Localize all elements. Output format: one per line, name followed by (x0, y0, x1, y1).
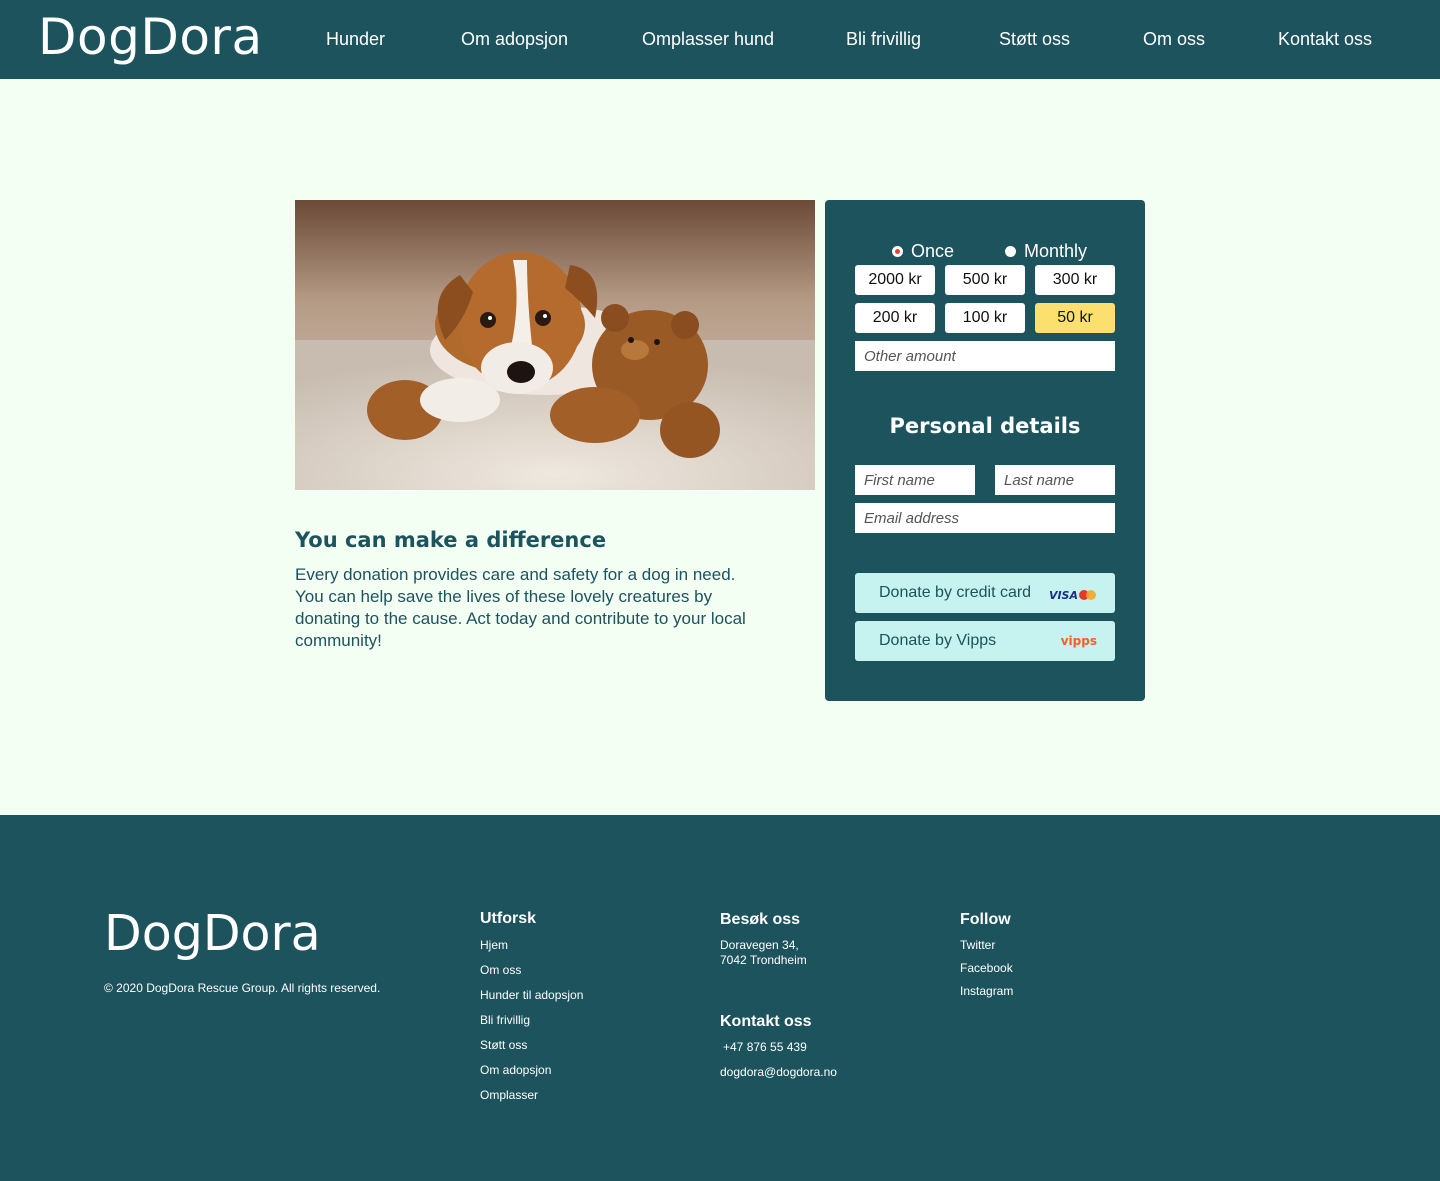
donate-credit-card-button[interactable]: Donate by credit card VISA (855, 573, 1115, 613)
nav-item-kontakt-oss[interactable]: Kontakt oss (1278, 29, 1372, 50)
amount-option-200[interactable]: 200 kr (855, 303, 935, 333)
amount-option-2000[interactable]: 2000 kr (855, 265, 935, 295)
nav-item-om-oss[interactable]: Om oss (1143, 29, 1205, 50)
nav-item-omplasser-hund[interactable]: Omplasser hund (642, 29, 774, 50)
footer-phone[interactable]: +47 876 55 439 (723, 1040, 807, 1054)
frequency-monthly-label: Monthly (1024, 241, 1088, 261)
footer-logo[interactable]: DogDora (104, 905, 321, 962)
footer-address-line1: Doravegen 34, (720, 938, 799, 952)
footer-link-om-adopsjon[interactable]: Om adopsjon (480, 1063, 551, 1077)
footer-link-bli-frivillig[interactable]: Bli frivillig (480, 1013, 530, 1027)
nav-item-bli-frivillig[interactable]: Bli frivillig (846, 29, 921, 50)
visa-mastercard-icon: VISA (1049, 586, 1097, 604)
amount-option-500[interactable]: 500 kr (945, 265, 1025, 295)
last-name-input[interactable] (995, 465, 1115, 495)
nav-item-hunder[interactable]: Hunder (326, 29, 385, 50)
footer-visit-title: Besøk oss (720, 911, 801, 928)
personal-details-title: Personal details (889, 414, 1081, 438)
site-logo[interactable]: DogDora (38, 8, 263, 66)
amount-option-100[interactable]: 100 kr (945, 303, 1025, 333)
radio-selected-icon (892, 246, 903, 257)
footer-link-instagram[interactable]: Instagram (960, 984, 1013, 998)
donate-vipps-label: Donate by Vipps (879, 632, 997, 649)
footer-link-omplasser[interactable]: Omplasser (480, 1088, 538, 1102)
site-header: DogDora Hunder Om adopsjon Omplasser hun… (0, 0, 1440, 79)
radio-unselected-icon (1005, 246, 1016, 257)
hero-title: You can make a difference (295, 528, 607, 552)
email-input[interactable] (855, 503, 1115, 533)
footer-explore-title: Utforsk (480, 910, 537, 927)
nav-item-stott-oss[interactable]: Støtt oss (999, 29, 1070, 50)
footer-link-stott-oss[interactable]: Støtt oss (480, 1038, 527, 1052)
site-footer: DogDora © 2020 DogDora Rescue Group. All… (0, 815, 1440, 1181)
footer-copyright: © 2020 DogDora Rescue Group. All rights … (104, 981, 381, 995)
donate-credit-card-label: Donate by credit card (879, 584, 1032, 601)
amount-option-300[interactable]: 300 kr (1035, 265, 1115, 295)
other-amount-input[interactable] (855, 341, 1115, 371)
amount-option-50[interactable]: 50 kr (1035, 303, 1115, 333)
nav-item-om-adopsjon[interactable]: Om adopsjon (461, 29, 568, 50)
footer-link-om-oss[interactable]: Om oss (480, 963, 521, 977)
donation-panel: Once Monthly 2000 kr 500 kr 300 kr 200 k… (825, 200, 1145, 701)
footer-link-twitter[interactable]: Twitter (960, 938, 995, 952)
footer-link-hunder-til-adopsjon[interactable]: Hunder til adopsjon (480, 988, 583, 1002)
footer-contact-title: Kontakt oss (720, 1013, 812, 1030)
frequency-monthly-radio[interactable]: Monthly (1005, 241, 1087, 262)
first-name-input[interactable] (855, 465, 975, 495)
footer-link-hjem[interactable]: Hjem (480, 938, 508, 952)
hero-text: Every donation provides care and safety … (295, 565, 746, 650)
footer-address-line2: 7042 Trondheim (720, 953, 807, 967)
frequency-once-label: Once (911, 241, 955, 261)
puppy-photo (295, 200, 815, 490)
footer-link-facebook[interactable]: Facebook (960, 961, 1013, 975)
footer-email[interactable]: dogdora@dogdora.no (720, 1065, 837, 1079)
vipps-logo-icon: vipps (1060, 634, 1097, 648)
donate-vipps-button[interactable]: Donate by Vipps vipps (855, 621, 1115, 661)
footer-follow-title: Follow (960, 911, 1011, 928)
frequency-once-radio[interactable]: Once (892, 241, 954, 262)
